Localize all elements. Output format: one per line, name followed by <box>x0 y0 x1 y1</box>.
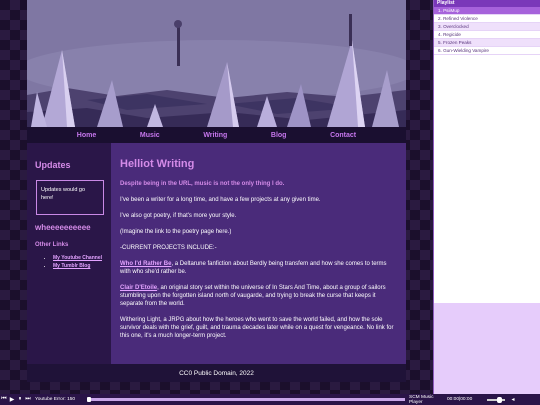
paragraph: I've been a writer for a long time, and … <box>120 197 321 203</box>
sidebar: Updates Updates would go here! wheeeeeee… <box>27 143 111 364</box>
volume-knob[interactable] <box>496 396 502 403</box>
updates-box: Updates would go here! <box>36 180 104 215</box>
other-links-list: My Youtube Channel My Tumblr Blog <box>53 255 111 269</box>
project1-link[interactable]: Who I'd Rather Be <box>120 261 171 267</box>
header-banner <box>27 0 406 127</box>
project2-link[interactable]: Clair D'Etoile <box>120 285 157 291</box>
playlist-list: 1. PsiiMup 2. Refined Violence 3. Overcl… <box>434 7 540 303</box>
project-paragraph: Who I'd Rather Be, a Deltarune fanfictio… <box>120 260 398 276</box>
track-label: Youtube Error: 150 <box>35 397 76 402</box>
progress-bar[interactable] <box>87 397 405 402</box>
lead-paragraph: Despite being in the URL, music is not t… <box>120 181 285 187</box>
crystal-landscape-image <box>27 0 406 127</box>
prev-icon[interactable]: ⏮ <box>0 394 8 405</box>
time-display: 00:00|00:00 <box>447 397 473 402</box>
play-icon[interactable]: ▶ <box>8 394 16 405</box>
volume-slider[interactable] <box>487 396 505 403</box>
page-title: Helliot Writing <box>120 158 195 170</box>
youtube-link[interactable]: My Youtube Channel <box>53 255 102 261</box>
projects-heading: -CURRENT PROJECTS INCLUDE:- <box>120 245 217 251</box>
main-content: Helliot Writing Despite being in the URL… <box>111 143 406 364</box>
updates-heading: Updates <box>35 160 71 170</box>
next-icon[interactable]: ⏭ <box>24 394 32 405</box>
other-links-heading: Other Links <box>35 242 69 248</box>
paragraph: I've also got poetry, if that's more you… <box>120 213 237 219</box>
playlist-item[interactable]: 6. Gun-Wielding Vampire <box>434 47 540 55</box>
playlist-item[interactable]: 3. Overclocked <box>434 23 540 31</box>
nav-home[interactable]: Home <box>77 132 96 139</box>
nav-blog[interactable]: Blog <box>271 132 287 139</box>
nav-contact[interactable]: Contact <box>330 132 356 139</box>
player-name: SCM Music Player <box>409 394 434 405</box>
nav-writing[interactable]: Writing <box>203 132 227 139</box>
list-item: My Youtube Channel <box>53 255 111 261</box>
footer: CC0 Public Domain, 2022 <box>27 364 406 382</box>
progress-knob[interactable] <box>87 397 91 402</box>
paragraph: (Imagine the link to the poetry page her… <box>120 229 232 235</box>
playlist-item[interactable]: 5. Frozen Peaks <box>434 39 540 47</box>
project-paragraph: Clair D'Etoile, an original story set wi… <box>120 284 398 308</box>
playlist-panel: Playlist 1. PsiiMup 2. Refined Violence … <box>433 0 540 394</box>
tumblr-link[interactable]: My Tumblr Blog <box>53 263 90 269</box>
nav-music[interactable]: Music <box>140 132 160 139</box>
project2-description: , an original story set within the unive… <box>120 285 386 307</box>
music-player-bar: ⏮ ▶ ⏸ ⏭ Youtube Error: 150 SCM Music Pla… <box>0 394 540 405</box>
list-item: My Tumblr Blog <box>53 263 111 269</box>
playlist-item[interactable]: 4. Regicide <box>434 31 540 39</box>
playlist-title: Playlist <box>434 0 540 7</box>
website: Home Music Writing Blog Contact Updates … <box>27 0 406 382</box>
pause-icon[interactable]: ⏸ <box>16 394 24 405</box>
playlist-item[interactable]: 2. Refined Violence <box>434 15 540 23</box>
project-paragraph: Withering Light, a JRPG about how the he… <box>120 317 394 339</box>
sidebar-big-text: wheeeeeeeeee <box>35 223 91 232</box>
playlist-item[interactable]: 1. PsiiMup <box>434 7 540 15</box>
volume-icon[interactable]: ◂ <box>509 394 517 405</box>
top-nav: Home Music Writing Blog Contact <box>27 127 406 143</box>
